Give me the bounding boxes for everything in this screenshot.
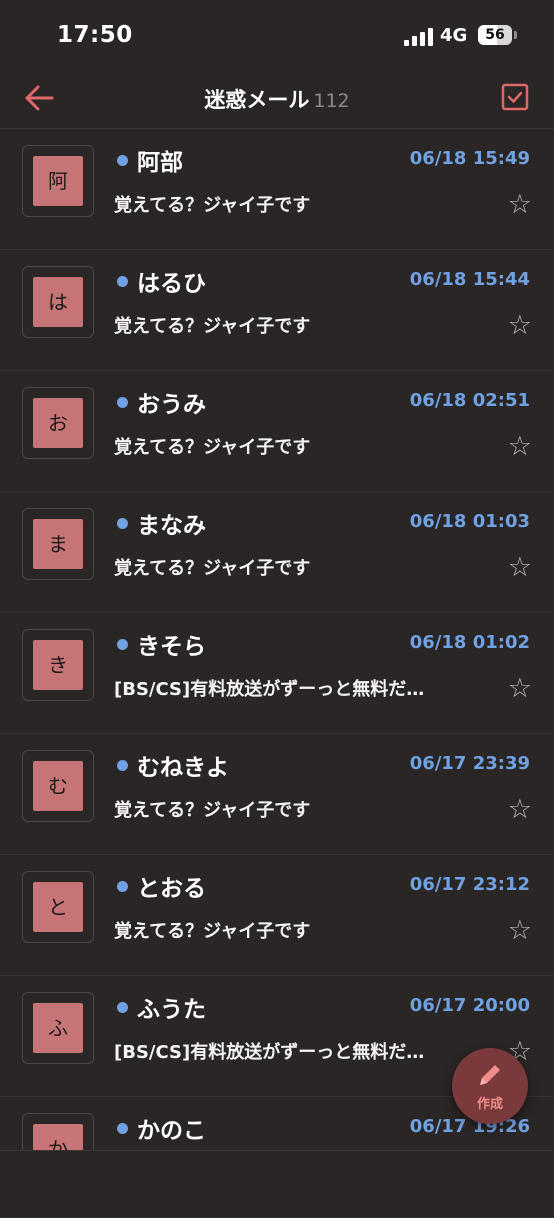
message-subject: [BS/CS]有料放送がずーっと無料だ… xyxy=(114,679,425,700)
message-row[interactable]: む むねきよ 06/17 23:39 覚えてる？ジャイ子です ☆ xyxy=(0,734,554,855)
avatar: お xyxy=(33,398,83,448)
star-icon[interactable]: ☆ xyxy=(508,675,532,702)
battery-level-text: 56 xyxy=(485,27,505,43)
message-subject: 覚えてる？ジャイ子です xyxy=(114,558,311,579)
star-icon[interactable]: ☆ xyxy=(508,554,532,581)
battery-icon: 56 xyxy=(478,25,512,45)
message-row[interactable]: お おうみ 06/18 02:51 覚えてる？ジャイ子です ☆ xyxy=(0,371,554,492)
sender-name: かのこ xyxy=(137,1118,206,1144)
avatar: 阿 xyxy=(33,156,83,206)
message-subject: [BS/CS]有料放送がずーっと無料だ… xyxy=(114,1042,425,1063)
app-header: 迷惑メール 112 xyxy=(0,70,554,129)
message-subject: 覚えてる？ジャイ子です xyxy=(114,921,311,942)
battery-tip xyxy=(514,31,517,39)
network-type: 4G xyxy=(440,25,468,46)
checkbox-icon xyxy=(501,83,529,111)
star-icon[interactable]: ☆ xyxy=(508,917,532,944)
message-row[interactable]: は はるひ 06/18 15:44 覚えてる？ジャイ子です ☆ xyxy=(0,250,554,371)
star-icon[interactable]: ☆ xyxy=(508,796,532,823)
avatar-frame: は xyxy=(22,266,94,338)
unread-indicator xyxy=(117,1123,128,1134)
sender-name: はるひ xyxy=(137,271,206,297)
avatar: ふ xyxy=(33,1003,83,1053)
message-date: 06/18 02:51 xyxy=(409,390,530,411)
avatar: む xyxy=(33,761,83,811)
message-date: 06/17 20:00 xyxy=(409,995,530,1016)
avatar: と xyxy=(33,882,83,932)
star-icon[interactable]: ☆ xyxy=(508,433,532,460)
pencil-icon xyxy=(480,1065,500,1085)
avatar-frame: 阿 xyxy=(22,145,94,217)
unread-indicator xyxy=(117,518,128,529)
bottom-bar xyxy=(0,1150,554,1201)
unread-indicator xyxy=(117,881,128,892)
unread-indicator xyxy=(117,397,128,408)
message-date: 06/17 23:12 xyxy=(409,874,530,895)
message-date: 06/18 15:44 xyxy=(409,269,530,290)
avatar: ま xyxy=(33,519,83,569)
message-count: 112 xyxy=(313,90,350,112)
message-date: 06/17 19:26 xyxy=(409,1116,530,1137)
star-icon[interactable]: ☆ xyxy=(508,191,532,218)
unread-indicator xyxy=(117,760,128,771)
unread-indicator xyxy=(117,276,128,287)
avatar-frame: と xyxy=(22,871,94,943)
status-time: 17:50 xyxy=(57,22,133,48)
avatar-frame: ま xyxy=(22,508,94,580)
star-icon[interactable]: ☆ xyxy=(508,312,532,339)
message-row[interactable]: 阿 阿部 06/18 15:49 覚えてる？ジャイ子です ☆ xyxy=(0,129,554,250)
header-title-group: 迷惑メール 112 xyxy=(0,84,554,114)
avatar-frame: む xyxy=(22,750,94,822)
message-subject: 覚えてる？ジャイ子です xyxy=(114,195,311,216)
sender-name: 阿部 xyxy=(137,150,183,176)
message-date: 06/18 15:49 xyxy=(409,148,530,169)
message-date: 06/18 01:02 xyxy=(409,632,530,653)
unread-indicator xyxy=(117,1002,128,1013)
compose-button[interactable]: 作成 xyxy=(452,1048,528,1124)
message-row[interactable]: ま まなみ 06/18 01:03 覚えてる？ジャイ子です ☆ xyxy=(0,492,554,613)
sender-name: おうみ xyxy=(137,392,206,418)
avatar-frame: ふ xyxy=(22,992,94,1064)
message-date: 06/17 23:39 xyxy=(409,753,530,774)
page-title: 迷惑メール xyxy=(204,88,310,112)
compose-label: 作成 xyxy=(476,1097,503,1112)
message-subject: 覚えてる？ジャイ子です xyxy=(114,437,311,458)
sender-name: とおる xyxy=(137,876,206,902)
sender-name: きそら xyxy=(137,634,206,660)
select-mode-button[interactable] xyxy=(501,83,529,111)
message-date: 06/18 01:03 xyxy=(409,511,530,532)
unread-indicator xyxy=(117,639,128,650)
sender-name: ふうた xyxy=(137,997,206,1023)
unread-indicator xyxy=(117,155,128,166)
message-row[interactable]: き きそら 06/18 01:02 [BS/CS]有料放送がずーっと無料だ… ☆ xyxy=(0,613,554,734)
signal-icon xyxy=(404,28,434,46)
status-bar: 17:50 4G 56 xyxy=(0,0,554,70)
avatar-frame: お xyxy=(22,387,94,459)
avatar-frame: き xyxy=(22,629,94,701)
message-row[interactable]: と とおる 06/17 23:12 覚えてる？ジャイ子です ☆ xyxy=(0,855,554,976)
avatar: き xyxy=(33,640,83,690)
sender-name: まなみ xyxy=(137,513,206,539)
sender-name: むねきよ xyxy=(137,755,229,781)
avatar: は xyxy=(33,277,83,327)
message-subject: 覚えてる？ジャイ子です xyxy=(114,800,311,821)
message-subject: 覚えてる？ジャイ子です xyxy=(114,316,311,337)
